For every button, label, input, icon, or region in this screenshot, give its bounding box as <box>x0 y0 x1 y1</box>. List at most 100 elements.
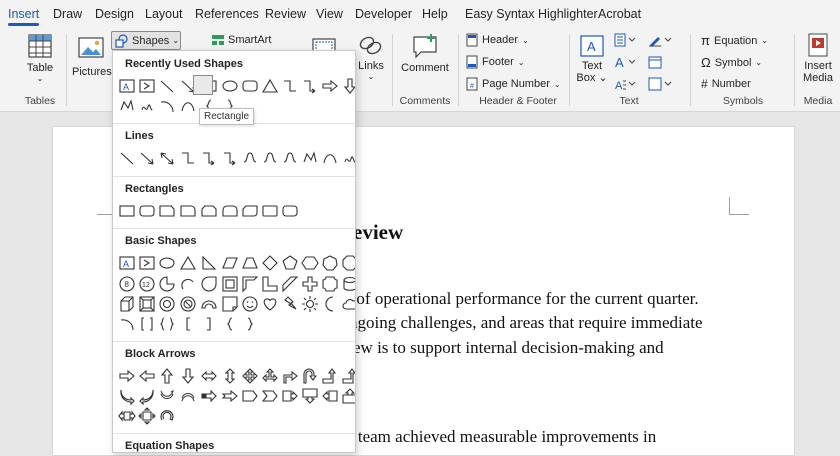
shape-lrarr-icon[interactable] <box>200 367 218 385</box>
shape-block-icon[interactable] <box>200 295 218 313</box>
shape-darr-icon[interactable] <box>341 77 355 95</box>
shape-plus-icon[interactable] <box>301 275 319 293</box>
rectangle-shape-hover[interactable] <box>193 75 213 95</box>
shape-moon-icon[interactable] <box>321 295 339 313</box>
shape-bolt-icon[interactable] <box>281 295 299 313</box>
shape-notched-icon[interactable] <box>221 387 239 405</box>
shape-dcallout-icon[interactable] <box>301 387 319 405</box>
shape-chevron-icon[interactable] <box>261 387 279 405</box>
shape-uarr-icon[interactable] <box>158 367 176 385</box>
shape-elbow-icon[interactable] <box>281 77 299 95</box>
signature-line-button[interactable] <box>648 33 672 47</box>
shape-rarrow-icon[interactable] <box>118 367 136 385</box>
shape-ucallout-icon[interactable] <box>341 387 355 405</box>
comment-button[interactable]: Comment <box>400 34 450 74</box>
shape-bentup-icon[interactable] <box>321 367 339 385</box>
tab-design[interactable]: Design <box>95 0 134 28</box>
shape-heart-icon[interactable] <box>261 295 279 313</box>
shape-pent-icon[interactable] <box>281 254 299 272</box>
shape-chord-icon[interactable] <box>179 275 197 293</box>
tab-draw[interactable]: Draw <box>53 0 82 28</box>
shape-pentarr-icon[interactable] <box>241 387 259 405</box>
shape-arc-icon[interactable] <box>118 315 136 333</box>
shape-arrow-icon[interactable] <box>138 149 156 167</box>
shape-elbowA-icon[interactable] <box>301 77 319 95</box>
wordart-button[interactable]: A <box>614 55 636 69</box>
shape-rrect-icon[interactable] <box>138 202 156 220</box>
shape-curvedD-icon[interactable] <box>179 387 197 405</box>
shape-para-icon[interactable] <box>221 254 239 272</box>
shape-nosym-icon[interactable] <box>179 295 197 313</box>
date-time-button[interactable] <box>648 55 662 69</box>
tab-easy-syntax-highlighter[interactable]: Easy Syntax Highlighter <box>465 0 598 28</box>
shape-hex-icon[interactable] <box>301 254 319 272</box>
shape-rtri-icon[interactable] <box>200 254 218 272</box>
shape-circarr-icon[interactable] <box>158 407 176 425</box>
shape-uturn-icon[interactable] <box>301 367 319 385</box>
shape-lbrack-icon[interactable] <box>179 315 197 333</box>
shape-larr-icon[interactable] <box>138 367 156 385</box>
shapes-button[interactable]: Shapes ⌄ <box>111 31 181 50</box>
tab-help[interactable]: Help <box>422 0 448 28</box>
shape-bracketpair-icon[interactable] <box>138 315 156 333</box>
shape-oval-icon[interactable] <box>221 77 239 95</box>
page-number-button[interactable]: # Page Number ⌄ <box>466 77 561 91</box>
shape-dodec-icon[interactable]: 12 <box>138 275 156 293</box>
shape-striped-icon[interactable] <box>200 387 218 405</box>
shape-quadcallout-icon[interactable] <box>138 407 156 425</box>
shape-rrect-icon[interactable] <box>281 202 299 220</box>
symbol-button[interactable]: Ω Symbol ⌄ <box>701 55 762 70</box>
shape-freeform-icon[interactable] <box>118 97 136 115</box>
links-button[interactable]: Links ⌄ <box>356 34 386 81</box>
shape-elbow-icon[interactable] <box>179 149 197 167</box>
shape-rect2-icon[interactable] <box>261 202 279 220</box>
shape-scribble-icon[interactable] <box>341 149 355 167</box>
shape-rarrow-icon[interactable] <box>321 77 339 95</box>
shape-oval-icon[interactable] <box>158 254 176 272</box>
shape-tri-icon[interactable] <box>179 254 197 272</box>
pictures-button[interactable]: Pictures <box>72 36 112 78</box>
text-box-button[interactable]: A Text Box ⌄ <box>576 34 608 84</box>
shape-txtbox-icon[interactable]: A <box>118 77 136 95</box>
tab-review[interactable]: Review <box>265 0 306 28</box>
shape-curvedL-icon[interactable] <box>138 387 156 406</box>
shape-bentup-icon[interactable] <box>341 367 355 385</box>
shape-fold-icon[interactable] <box>221 295 239 313</box>
shape-can-icon[interactable] <box>341 275 355 293</box>
shape-bracepair-icon[interactable] <box>158 315 176 333</box>
shape-curve-icon[interactable] <box>321 149 339 167</box>
shape-elbowA-icon[interactable] <box>221 149 239 167</box>
shape-rsnipround-icon[interactable] <box>241 202 259 220</box>
shape-dec-icon[interactable]: 8 <box>118 275 136 293</box>
shape-arc-icon[interactable] <box>158 97 176 115</box>
shape-curve-icon[interactable] <box>179 97 197 115</box>
shape-rbrack-icon[interactable] <box>200 315 218 333</box>
shape-quad-icon[interactable] <box>241 367 259 385</box>
shape-scurve-icon[interactable] <box>241 149 259 167</box>
shape-scurve-icon[interactable] <box>281 149 299 167</box>
shape-elbowA-icon[interactable] <box>200 149 218 167</box>
object-button[interactable] <box>648 77 672 91</box>
shape-lcallout-icon[interactable] <box>321 387 339 405</box>
shape-cloud-icon[interactable] <box>341 295 355 313</box>
shape-darrow-icon[interactable] <box>158 149 176 167</box>
shape-lshape-icon[interactable] <box>261 275 279 293</box>
shape-rround2-icon[interactable] <box>221 202 239 220</box>
smartart-button[interactable]: SmartArt <box>211 34 271 46</box>
footer-button[interactable]: Footer ⌄ <box>466 55 525 69</box>
shape-frame-icon[interactable] <box>221 275 239 293</box>
shape-udarr-icon[interactable] <box>221 367 239 385</box>
shape-rbrace-icon[interactable] <box>241 315 259 333</box>
shape-curvedU-icon[interactable] <box>158 387 176 405</box>
shape-rrect-icon[interactable] <box>241 77 259 95</box>
shape-diamond-icon[interactable] <box>261 254 279 272</box>
shape-bevel-icon[interactable] <box>138 295 156 313</box>
header-button[interactable]: Header ⌄ <box>466 33 529 47</box>
shape-txtbox-icon[interactable]: A <box>118 254 136 272</box>
shape-lbrace-icon[interactable] <box>221 315 239 333</box>
shape-plaque-icon[interactable] <box>321 275 339 293</box>
quick-parts-button[interactable] <box>614 33 636 47</box>
shape-sun-icon[interactable] <box>301 295 319 313</box>
shape-rround1-icon[interactable] <box>179 202 197 220</box>
shape-lrcallout-icon[interactable] <box>118 407 136 425</box>
